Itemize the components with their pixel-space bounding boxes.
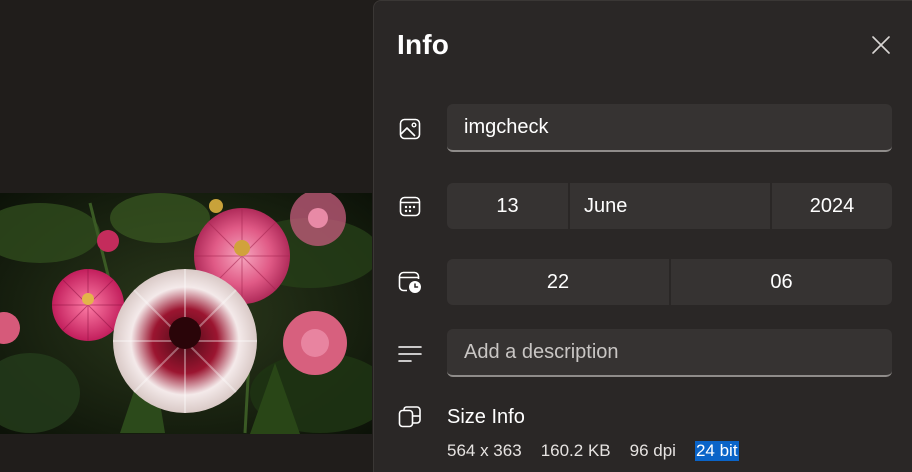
date-month-selector[interactable]: June: [568, 183, 770, 229]
image-icon: [397, 116, 423, 142]
file-size: 160.2 KB: [540, 441, 611, 460]
photo-preview[interactable]: [0, 193, 372, 434]
photos-app-window: Info imgcheck 13 June 2024 22 06 Add a d…: [0, 0, 912, 472]
clock-calendar-icon: [397, 269, 423, 295]
size-info-title: Size Info: [447, 406, 525, 428]
file-name-input[interactable]: imgcheck: [447, 104, 892, 152]
calendar-icon: [397, 193, 423, 219]
image-dimensions: 564 x 363: [447, 441, 522, 460]
file-name-value: imgcheck: [464, 115, 549, 138]
close-button[interactable]: [867, 31, 895, 59]
info-panel: Info imgcheck 13 June 2024 22 06 Add a d…: [373, 0, 912, 472]
size-info-icon: [397, 404, 423, 430]
time-hour-selector[interactable]: 22: [447, 259, 669, 305]
time-minute-selector[interactable]: 06: [669, 259, 892, 305]
size-info-values: 564 x 363 160.2 KB 96 dpi 24 bit: [447, 439, 739, 463]
time-picker: 22 06: [447, 259, 892, 305]
date-year-selector[interactable]: 2024: [770, 183, 892, 229]
dahlia-photo: [0, 193, 372, 434]
description-placeholder: Add a description: [464, 340, 619, 363]
description-input[interactable]: Add a description: [447, 329, 892, 377]
image-viewer: [0, 0, 374, 472]
text-lines-icon: [397, 341, 423, 367]
panel-title: Info: [397, 29, 450, 60]
bit-depth[interactable]: 24 bit: [694, 441, 739, 461]
date-day-selector[interactable]: 13: [447, 183, 568, 229]
image-dpi: 96 dpi: [629, 441, 676, 460]
close-icon: [872, 36, 890, 54]
date-picker: 13 June 2024: [447, 183, 892, 229]
